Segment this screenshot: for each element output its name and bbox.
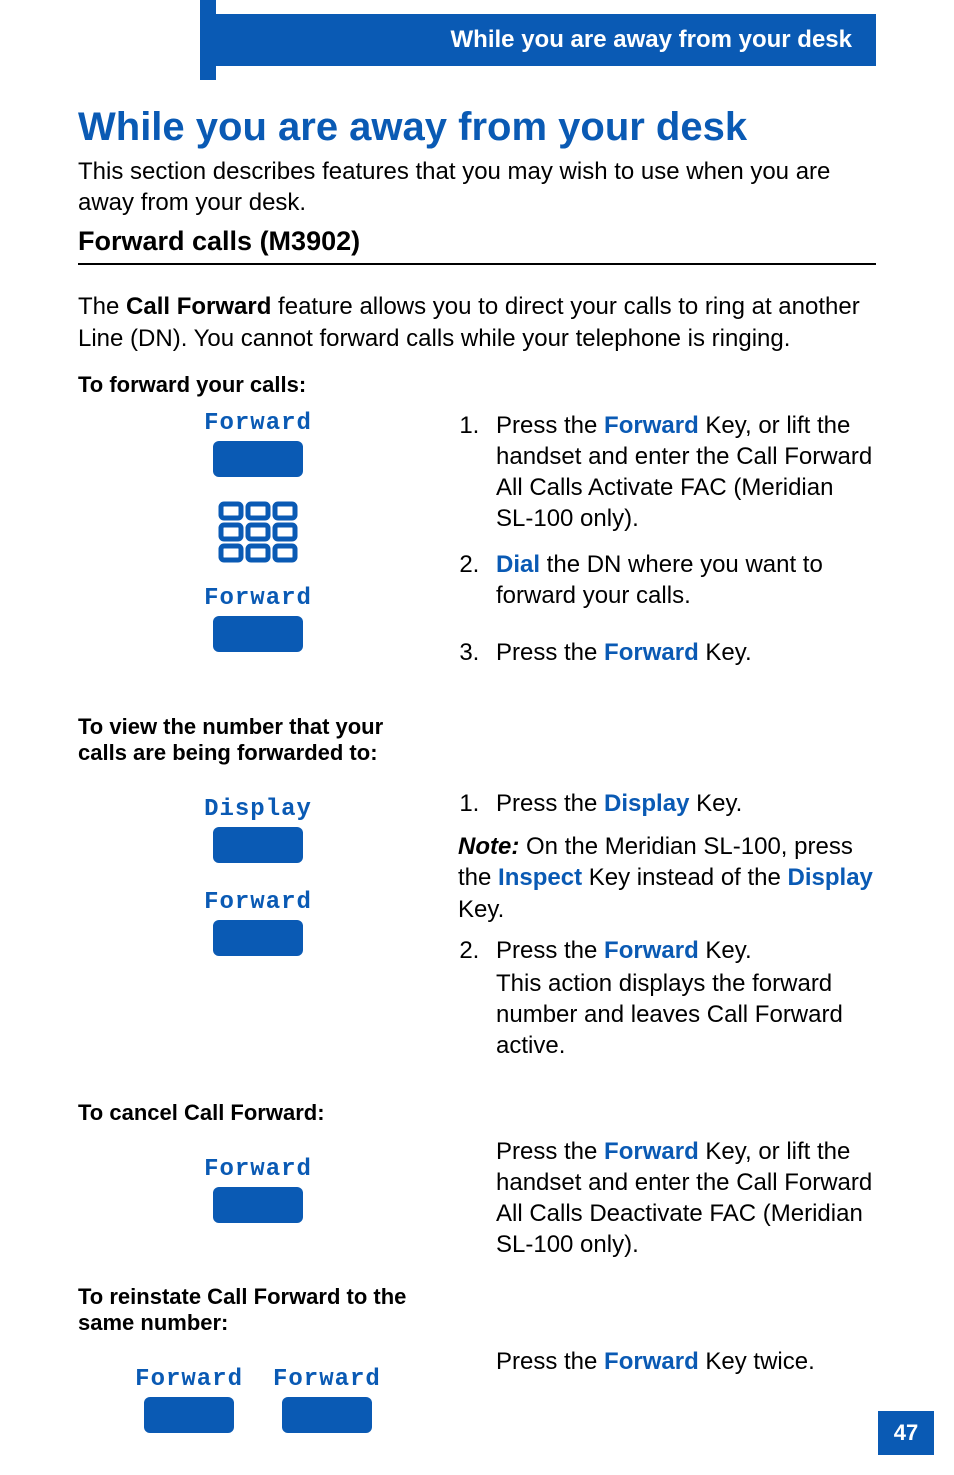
softkey-forward-6: Forward <box>273 1366 381 1433</box>
softkey-label: Forward <box>204 1156 312 1183</box>
softkey-forward-pair: Forward Forward <box>135 1366 381 1433</box>
key-name: Forward <box>604 937 699 964</box>
key-name: Inspect <box>498 864 582 891</box>
softkey-label: Display <box>204 796 312 823</box>
task-reinstate-row: To reinstate Call Forward to the same nu… <box>78 1280 876 1433</box>
task-cancel-label: To cancel Call Forward: <box>78 1100 325 1126</box>
key-name: Forward <box>604 412 699 439</box>
text: Press the <box>496 1138 604 1165</box>
key-name: Forward <box>604 1138 699 1165</box>
softkey-label: Forward <box>204 410 312 437</box>
softkey-label: Forward <box>135 1366 243 1393</box>
text: Key. <box>699 639 752 666</box>
softkey-forward-3: Forward <box>204 889 312 956</box>
softkey-forward-5: Forward <box>135 1366 243 1433</box>
intro-paragraph: This section describes features that you… <box>78 156 876 218</box>
running-header: While you are away from your desk <box>216 14 876 66</box>
running-title: While you are away from your desk <box>451 26 852 54</box>
section-intro-pre: The <box>78 293 126 320</box>
task-forward-row: Forward <box>78 410 876 682</box>
softkey-button-icon <box>144 1397 234 1433</box>
key-name: Display <box>788 864 873 891</box>
text: Press the <box>496 1348 604 1375</box>
page-number-badge: 47 <box>878 1411 934 1455</box>
key-name: Forward <box>604 1348 699 1375</box>
softkey-button-icon <box>213 1187 303 1223</box>
softkey-display: Display <box>204 796 312 863</box>
task-view-row: To view the number that your calls are b… <box>78 710 876 1076</box>
softkey-forward-4: Forward <box>204 1156 312 1223</box>
softkey-button-icon <box>213 616 303 652</box>
step-3: Press the Forward Key. <box>486 637 876 668</box>
task-forward-keys: Forward <box>78 410 438 652</box>
softkey-forward-2: Forward <box>204 585 312 652</box>
note-label: Note: <box>458 833 519 860</box>
key-name: Display <box>604 790 689 817</box>
text: the DN where you want to forward your ca… <box>496 551 823 609</box>
softkey-button-icon <box>213 827 303 863</box>
softkey-forward: Forward <box>204 410 312 477</box>
softkey-button-icon <box>213 441 303 477</box>
text: Press the <box>496 790 604 817</box>
page-body: While you are away from your desk This s… <box>78 105 876 1437</box>
task-view-label: To view the number that your calls are b… <box>78 714 438 766</box>
key-name: Forward <box>604 639 699 666</box>
task-reinstate-left: To reinstate Call Forward to the same nu… <box>78 1280 438 1433</box>
text: Key. <box>689 790 742 817</box>
task-cancel-left: To cancel Call Forward: Forward <box>78 1096 438 1223</box>
task-forward-steps: Press the Forward Key, or lift the hands… <box>458 410 876 682</box>
text: Press the <box>496 412 604 439</box>
task-view-steps: Press the Display Key. Note: On the Meri… <box>458 788 876 1076</box>
page-title: While you are away from your desk <box>78 105 876 150</box>
section-intro: The Call Forward feature allows you to d… <box>78 291 876 353</box>
step-2-sub: This action displays the forward number … <box>496 968 876 1062</box>
task-cancel-body: Press the Forward Key, or lift the hands… <box>458 1136 876 1261</box>
task-cancel-row: To cancel Call Forward: Forward Press th… <box>78 1096 876 1261</box>
step-2: Dial the DN where you want to forward yo… <box>486 549 876 611</box>
text: Key twice. <box>699 1348 815 1375</box>
text: Press the <box>496 937 604 964</box>
text: Key instead of the <box>582 864 787 891</box>
text: Press the <box>496 639 604 666</box>
key-name: Dial <box>496 551 540 578</box>
text: Key. <box>458 896 504 923</box>
step-2: Press the Forward Key. This action displ… <box>486 935 876 1062</box>
text: Key. <box>699 937 752 964</box>
task-view-left: To view the number that your calls are b… <box>78 710 438 956</box>
task-reinstate-label: To reinstate Call Forward to the same nu… <box>78 1284 438 1336</box>
step-1: Press the Display Key. <box>486 788 876 819</box>
step-1: Press the Forward Key, or lift the hands… <box>486 410 876 535</box>
task-forward-label: To forward your calls: <box>78 372 876 398</box>
keypad-icon <box>218 501 298 563</box>
softkey-label: Forward <box>204 889 312 916</box>
page-number: 47 <box>894 1420 918 1446</box>
header-rail <box>200 0 216 80</box>
softkey-label: Forward <box>273 1366 381 1393</box>
task-reinstate-body: Press the Forward Key twice. <box>458 1346 876 1377</box>
softkey-label: Forward <box>204 585 312 612</box>
softkey-button-icon <box>213 920 303 956</box>
section-title: Forward calls (M3902) <box>78 226 876 265</box>
note: Note: On the Meridian SL-100, press the … <box>458 831 876 925</box>
section-intro-bold: Call Forward <box>126 293 271 320</box>
softkey-button-icon <box>282 1397 372 1433</box>
